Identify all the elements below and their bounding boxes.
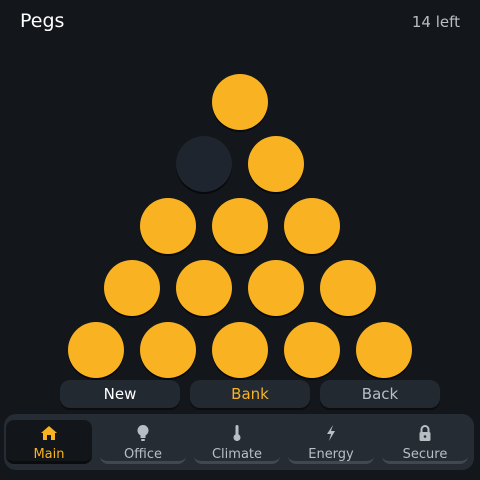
- peg[interactable]: [284, 198, 340, 254]
- empty-hole[interactable]: [176, 136, 232, 192]
- peg-board: [0, 0, 480, 380]
- bottom-nav: Main Office Climate Energy Secure: [4, 414, 474, 470]
- peg[interactable]: [212, 74, 268, 130]
- back-button[interactable]: Back: [320, 380, 440, 408]
- peg[interactable]: [284, 322, 340, 378]
- thermometer-icon: [194, 424, 280, 442]
- tab-main-label: Main: [33, 447, 65, 462]
- peg[interactable]: [248, 136, 304, 192]
- tab-climate[interactable]: Climate: [194, 420, 280, 464]
- peg[interactable]: [104, 260, 160, 316]
- new-game-button[interactable]: New: [60, 380, 180, 408]
- peg[interactable]: [176, 260, 232, 316]
- peg[interactable]: [212, 198, 268, 254]
- tab-energy[interactable]: Energy: [288, 420, 374, 464]
- tab-energy-label: Energy: [308, 447, 354, 462]
- bank-button[interactable]: Bank: [190, 380, 310, 408]
- lightbulb-icon: [100, 424, 186, 442]
- tab-office-label: Office: [124, 447, 162, 462]
- tab-office[interactable]: Office: [100, 420, 186, 464]
- lock-icon: [382, 424, 468, 442]
- peg[interactable]: [248, 260, 304, 316]
- tab-climate-label: Climate: [211, 447, 263, 462]
- peg[interactable]: [212, 322, 268, 378]
- peg[interactable]: [356, 322, 412, 378]
- tab-main[interactable]: Main: [6, 420, 92, 464]
- peg[interactable]: [140, 322, 196, 378]
- peg[interactable]: [140, 198, 196, 254]
- peg[interactable]: [320, 260, 376, 316]
- home-icon: [6, 424, 92, 442]
- lightning-icon: [288, 424, 374, 442]
- tab-secure-label: Secure: [402, 447, 448, 462]
- tab-secure[interactable]: Secure: [382, 420, 468, 464]
- peg[interactable]: [68, 322, 124, 378]
